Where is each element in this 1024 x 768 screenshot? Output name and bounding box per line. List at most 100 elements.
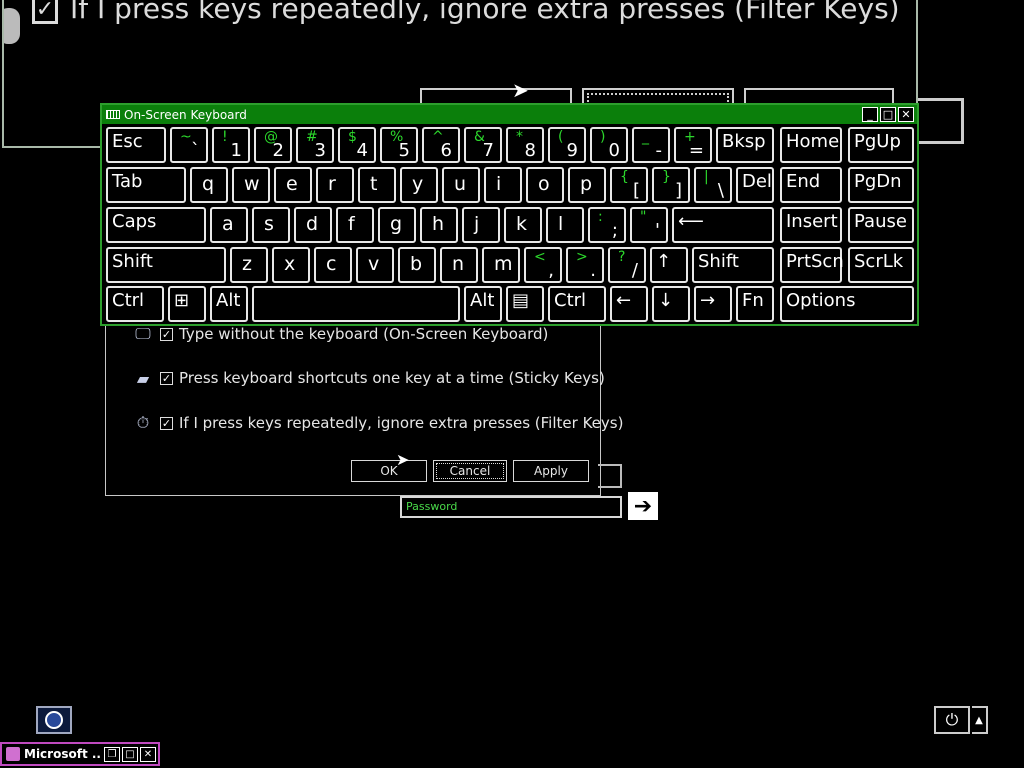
key-prtscn[interactable]: PrtScn (780, 247, 844, 283)
restore-button[interactable]: ❐ (104, 746, 120, 762)
ok-button[interactable]: OK (351, 460, 427, 482)
key-a[interactable]: a (210, 207, 248, 243)
key-end[interactable]: End (780, 167, 842, 203)
key-row1-4[interactable]: $4 (338, 127, 376, 163)
key-row1-2[interactable]: @2 (254, 127, 292, 163)
key-c[interactable]: c (314, 247, 352, 283)
key-o[interactable]: o (526, 167, 564, 203)
key-del[interactable]: Del (736, 167, 774, 203)
key-windows[interactable]: ⊞ (168, 286, 206, 322)
key-enter[interactable]: ⟵ (672, 207, 774, 243)
key-e[interactable]: e (274, 167, 312, 203)
power-options-arrow[interactable]: ▲ (972, 706, 988, 734)
key-up[interactable]: ↑ (650, 247, 688, 283)
key-right[interactable]: → (694, 286, 732, 322)
key-row1-0[interactable]: ~ ` (170, 127, 208, 163)
key-m[interactable]: m (482, 247, 520, 283)
key-menu[interactable]: ▤ (506, 286, 544, 322)
key-n[interactable]: n (440, 247, 478, 283)
key-w[interactable]: w (232, 167, 270, 203)
key-options[interactable]: Options (780, 286, 914, 322)
key-row1-8[interactable]: * 8 (506, 127, 544, 163)
key-space[interactable] (252, 286, 460, 322)
key-r[interactable]: r (316, 167, 354, 203)
key-fn[interactable]: Fn (736, 286, 774, 322)
checkbox-osk[interactable]: ✓ (160, 327, 173, 341)
checkbox-filter-keys[interactable]: ✓ (160, 416, 173, 430)
key-bksp[interactable]: Bksp (716, 127, 774, 163)
key-scrlk[interactable]: ScrLk (848, 247, 914, 283)
ease-of-access-button[interactable] (36, 706, 72, 734)
key-p[interactable]: p (568, 167, 606, 203)
key-row2-sym-1[interactable]: }] (652, 167, 690, 203)
key-t[interactable]: t (358, 167, 396, 203)
key-z[interactable]: z (230, 247, 268, 283)
password-input[interactable]: Password (400, 496, 622, 518)
username-field-edge[interactable] (598, 464, 622, 488)
key-row2-sym-0[interactable]: {[ (610, 167, 648, 203)
key-row1-6[interactable]: ^ 6 (422, 127, 460, 163)
key-down[interactable]: ↓ (652, 286, 690, 322)
key-row1-3[interactable]: #3 (296, 127, 334, 163)
key-esc[interactable]: Esc (106, 127, 166, 163)
key-row1-11[interactable]: _ - (632, 127, 670, 163)
key-k[interactable]: k (504, 207, 542, 243)
key-row1-5[interactable]: % 5 (380, 127, 418, 163)
key-shift-left[interactable]: Shift (106, 247, 226, 283)
key-b[interactable]: b (398, 247, 436, 283)
key-x[interactable]: x (272, 247, 310, 283)
key-j[interactable]: j (462, 207, 500, 243)
key-ctrl-right[interactable]: Ctrl (548, 286, 606, 322)
key-alt-left[interactable]: Alt (210, 286, 248, 322)
key-row4-sym-0[interactable]: <, (524, 247, 562, 283)
key-f[interactable]: f (336, 207, 374, 243)
key-left[interactable]: ← (610, 286, 648, 322)
key-label: → (700, 290, 716, 311)
maximize-button[interactable]: □ (880, 107, 896, 122)
key-row3-sym-0[interactable]: :; (588, 207, 626, 243)
key-tab[interactable]: Tab (106, 167, 186, 203)
close-button[interactable]: ✕ (898, 107, 914, 122)
cancel-button[interactable]: Cancel (433, 460, 507, 482)
key-v[interactable]: v (356, 247, 394, 283)
option-filter-keys[interactable]: ⏱ ✓ If I press keys repeatedly, ignore e… (130, 411, 624, 435)
key-insert[interactable]: Insert (780, 207, 842, 243)
key-row1-12[interactable]: + = (674, 127, 712, 163)
minimize-button[interactable]: _ (862, 107, 878, 122)
key-u[interactable]: u (442, 167, 480, 203)
key-s[interactable]: s (252, 207, 290, 243)
key-row2-sym-2[interactable]: | \ (694, 167, 732, 203)
submit-arrow-button[interactable]: ➔ (628, 492, 658, 520)
key-pgup[interactable]: PgUp (848, 127, 914, 163)
key-h[interactable]: h (420, 207, 458, 243)
maximize-button[interactable]: □ (122, 746, 138, 762)
key-caps[interactable]: Caps (106, 207, 206, 243)
taskbar-app-item[interactable]: Microsoft ... ❐ □ ✕ (0, 742, 160, 766)
key-row3-sym-1[interactable]: " ' (630, 207, 668, 243)
key-q[interactable]: q (190, 167, 228, 203)
key-row4-sym-1[interactable]: >. (566, 247, 604, 283)
key-row1-10[interactable]: ) 0 (590, 127, 628, 163)
key-shift-right[interactable]: Shift (692, 247, 774, 283)
key-pgdn[interactable]: PgDn (848, 167, 914, 203)
option-sticky-keys[interactable]: ▰ ✓ Press keyboard shortcuts one key at … (130, 366, 605, 390)
magnified-checkbox[interactable]: ✓ (32, 0, 58, 24)
apply-button[interactable]: Apply (513, 460, 589, 482)
key-row1-7[interactable]: & 7 (464, 127, 502, 163)
osk-titlebar[interactable]: On-Screen Keyboard (102, 105, 917, 124)
key-home[interactable]: Home (780, 127, 842, 163)
key-i[interactable]: i (484, 167, 522, 203)
key-pause[interactable]: Pause (848, 207, 914, 243)
key-row1-1[interactable]: ! 1 (212, 127, 250, 163)
checkbox-sticky-keys[interactable]: ✓ (160, 371, 173, 385)
key-ctrl-left[interactable]: Ctrl (106, 286, 164, 322)
power-button[interactable]: ⏻ (934, 706, 970, 734)
key-g[interactable]: g (378, 207, 416, 243)
key-alt-right[interactable]: Alt (464, 286, 502, 322)
key-row4-sym-2[interactable]: ? / (608, 247, 646, 283)
key-row1-9[interactable]: (9 (548, 127, 586, 163)
key-l[interactable]: l (546, 207, 584, 243)
key-y[interactable]: y (400, 167, 438, 203)
close-button[interactable]: ✕ (140, 746, 156, 762)
key-d[interactable]: d (294, 207, 332, 243)
